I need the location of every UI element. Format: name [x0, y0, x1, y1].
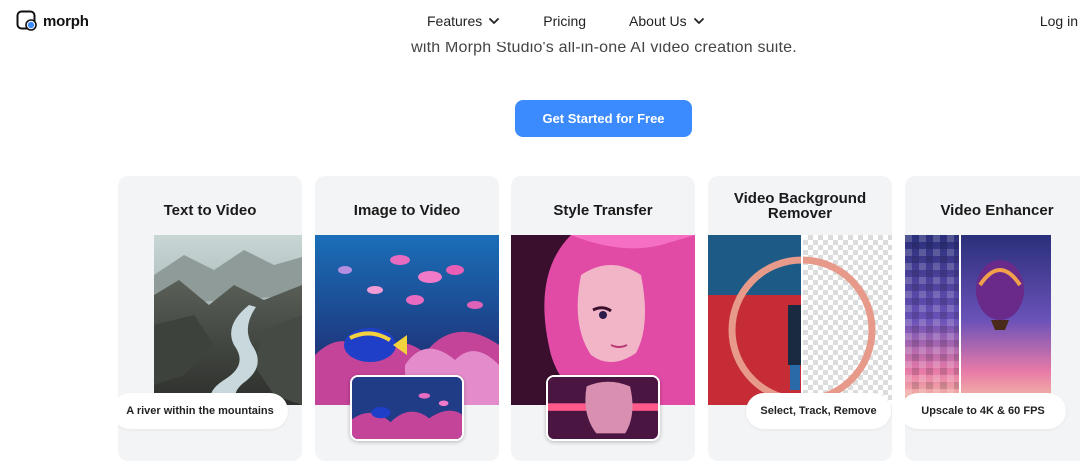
caption-pill: A river within the mountains — [118, 393, 288, 429]
card-title: Video Background Remover — [733, 190, 867, 222]
style-thumbnail — [546, 375, 660, 441]
caption-pill: Select, Track, Remove — [746, 393, 891, 429]
nav-pricing-label: Pricing — [543, 13, 587, 29]
nav-about-label: About Us — [629, 13, 687, 29]
top-nav: morph Features Pricing About Us Log in — [0, 0, 1080, 42]
card-title: Style Transfer — [553, 202, 653, 219]
balloon-sunset-image — [905, 235, 1051, 405]
feature-card-text-to-video[interactable]: Text to Video A river within the mountai… — [118, 176, 302, 461]
nav-pricing[interactable]: Pricing — [543, 13, 586, 29]
nav-features-label: Features — [427, 13, 483, 29]
brand-name: morph — [43, 12, 89, 30]
chevron-down-icon — [489, 18, 500, 24]
nav-features[interactable]: Features — [427, 13, 500, 29]
image-thumbnail — [350, 375, 464, 441]
feature-card-image-to-video[interactable]: Image to Video — [315, 176, 499, 461]
card-title: Text to Video — [163, 202, 257, 219]
card-title: Video Enhancer — [940, 202, 1054, 219]
caption-pill: Upscale to 4K & 60 FPS — [905, 393, 1066, 429]
feature-card-style-transfer[interactable]: Style Transfer — [511, 176, 695, 461]
background-remover-image — [708, 235, 892, 405]
nav-about-us[interactable]: About Us — [629, 13, 705, 29]
morph-logo-icon — [16, 10, 38, 32]
feature-card-video-enhancer[interactable]: Video Enhancer Upscale to 4K & 60 FPS — [905, 176, 1080, 461]
login-link[interactable]: Log in — [1040, 13, 1078, 29]
nav-links: Features Pricing About Us — [427, 13, 705, 29]
feature-card-video-background-remover[interactable]: Video Background Remover Select, Track, … — [708, 176, 892, 461]
get-started-button[interactable]: Get Started for Free — [515, 100, 692, 137]
chevron-down-icon — [693, 18, 704, 24]
card-title: Image to Video — [353, 202, 461, 219]
logo[interactable]: morph — [16, 10, 89, 32]
river-mountains-image — [154, 235, 302, 405]
